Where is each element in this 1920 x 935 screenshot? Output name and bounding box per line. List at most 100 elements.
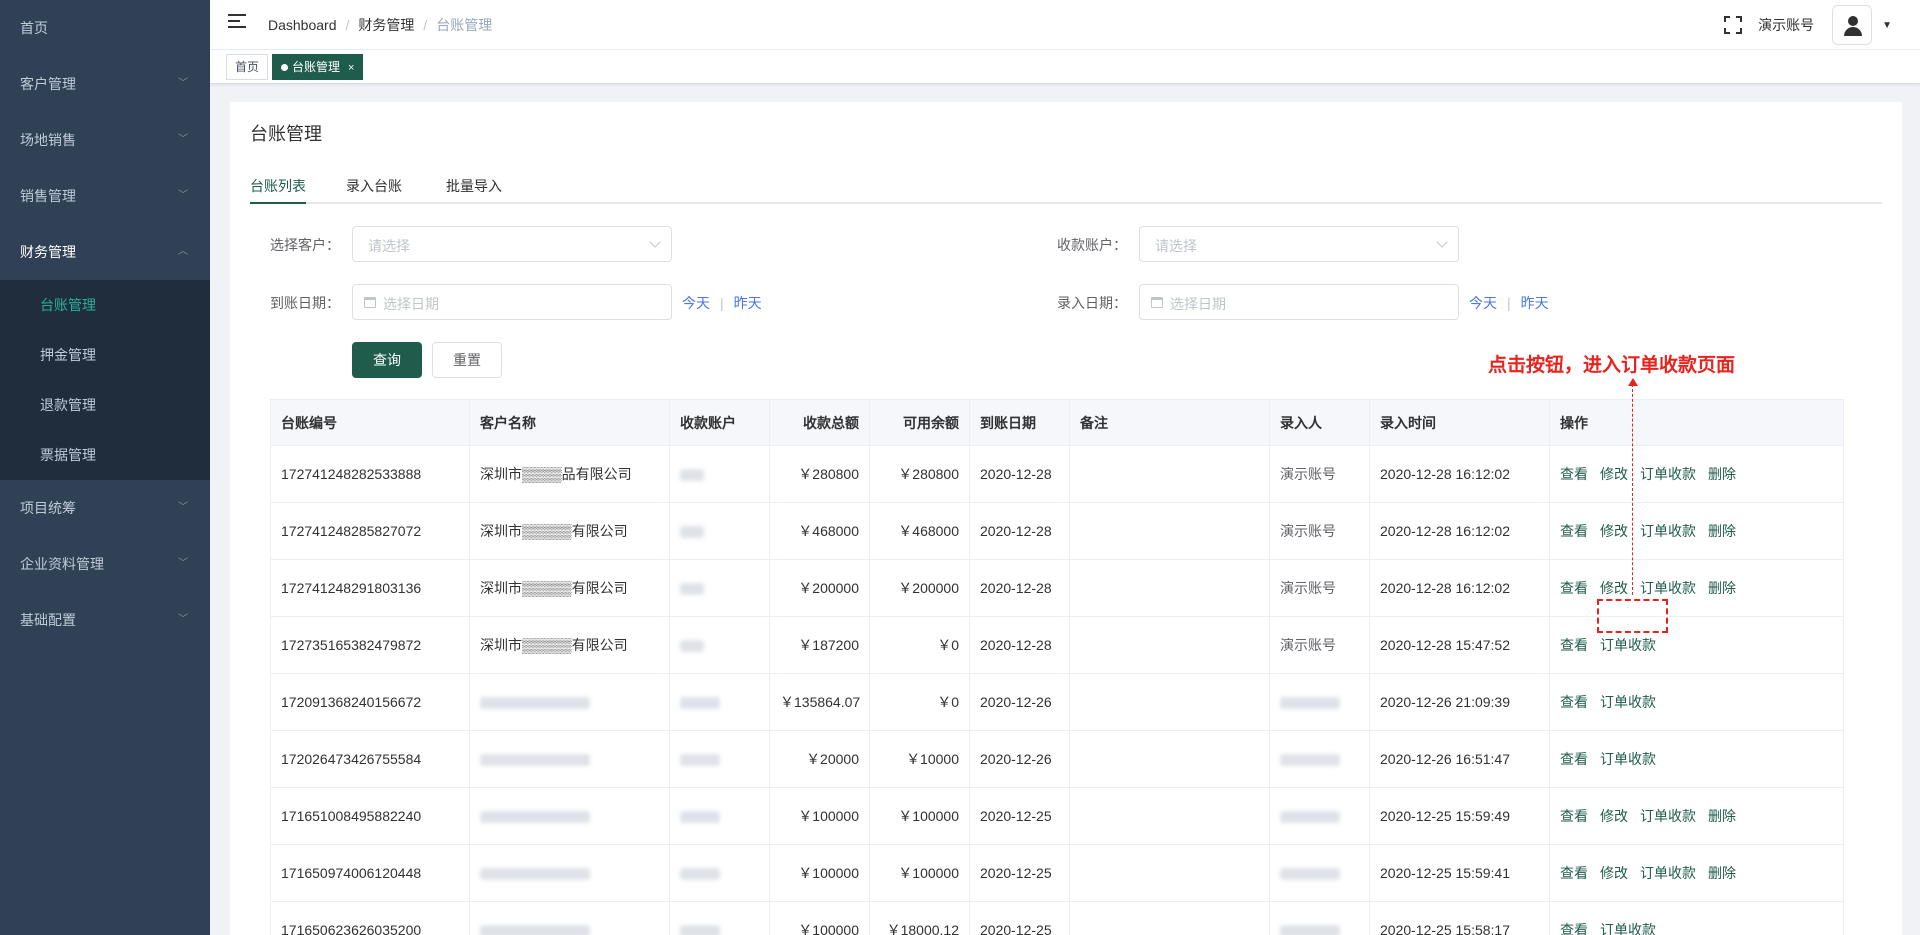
menu-item-config[interactable]: 基础配置 ﹀ (0, 592, 210, 648)
entry-yesterday-link[interactable]: 昨天 (1521, 295, 1549, 311)
menu-item-home[interactable]: 首页 (0, 0, 210, 56)
cell-actions: 查看 订单收款 (1549, 730, 1844, 788)
action-order-payment[interactable]: 订单收款 (1600, 922, 1656, 935)
chevron-down-icon (649, 236, 661, 248)
cell-id: 172741248282533888 (270, 445, 470, 503)
menu-item-venue-sales[interactable]: 场地销售 ﹀ (0, 112, 210, 168)
cell-date: 2020-12-25 (969, 901, 1070, 935)
cell-customer (469, 673, 670, 731)
sub-item-refund[interactable]: 退款管理 (0, 380, 210, 430)
caret-down-icon[interactable]: ▼ (1882, 20, 1892, 31)
table-row: 172741248285827072 深圳市▒▒▒▒▒有限公司 ￥468000 ￥46… (270, 502, 1844, 560)
reset-button[interactable]: 重置 (432, 342, 502, 378)
arrival-date-picker[interactable]: 选择日期 (352, 284, 672, 320)
tab-enter-ledger[interactable]: 录入台账 (346, 176, 402, 196)
cell-customer (469, 901, 670, 935)
cell-date: 2020-12-25 (969, 844, 1070, 902)
calendar-icon (1151, 297, 1163, 308)
action-order-payment[interactable]: 订单收款 (1600, 637, 1656, 653)
cell-remark (1069, 616, 1270, 674)
fullscreen-icon[interactable] (1724, 16, 1743, 34)
action-view[interactable]: 查看 (1560, 694, 1588, 710)
cell-total: ￥200000 (769, 559, 870, 617)
col-remark: 备注 (1069, 399, 1270, 446)
entry-date-picker[interactable]: 选择日期 (1139, 284, 1459, 320)
menu-item-sales[interactable]: 销售管理 ﹀ (0, 168, 210, 224)
breadcrumb-dashboard[interactable]: Dashboard (268, 17, 337, 33)
action-order-payment[interactable]: 订单收款 (1640, 580, 1696, 596)
menu-item-customers[interactable]: 客户管理 ﹀ (0, 56, 210, 112)
cell-entered-by: 演示账号 (1269, 445, 1370, 503)
cell-account (669, 616, 770, 674)
action-edit[interactable]: 修改 (1600, 466, 1628, 482)
breadcrumb: Dashboard / 财务管理 / 台账管理 (268, 17, 493, 33)
cell-entered-at: 2020-12-28 15:47:52 (1369, 616, 1550, 674)
action-order-payment[interactable]: 订单收款 (1600, 694, 1656, 710)
arrival-quick-dates: 今天 | 昨天 (682, 295, 762, 311)
cell-entered-at: 2020-12-25 15:59:41 (1369, 844, 1550, 902)
cell-total: ￥100000 (769, 901, 870, 935)
annotation-highlight-box (1597, 599, 1668, 633)
cell-actions: 查看 修改 订单收款 删除 (1549, 445, 1844, 503)
page-title: 台账管理 (250, 124, 322, 144)
action-order-payment[interactable]: 订单收款 (1600, 751, 1656, 767)
chevron-down-icon (1436, 236, 1448, 248)
annotation-text: 点击按钮，进入订单收款页面 (1488, 354, 1736, 376)
sub-item-ledger[interactable]: 台账管理 (0, 280, 210, 330)
tab-ledger-list[interactable]: 台账列表 (250, 176, 306, 196)
account-select[interactable]: 请选择 (1139, 226, 1459, 262)
col-entered-at: 录入时间 (1369, 399, 1550, 446)
avatar[interactable] (1832, 5, 1873, 45)
action-view[interactable]: 查看 (1560, 466, 1588, 482)
action-delete[interactable]: 删除 (1708, 808, 1736, 824)
action-view[interactable]: 查看 (1560, 637, 1588, 653)
cell-id: 171650623626035200 (270, 901, 470, 935)
action-delete[interactable]: 删除 (1708, 523, 1736, 539)
content-card: 台账管理 台账列表 录入台账 批量导入 选择客户： 请选择 收款账户： 请选择 … (230, 102, 1902, 935)
col-entered-by: 录入人 (1269, 399, 1370, 446)
arrival-yesterday-link[interactable]: 昨天 (734, 295, 762, 311)
action-view[interactable]: 查看 (1560, 580, 1588, 596)
breadcrumb-finance[interactable]: 财务管理 (358, 17, 414, 33)
sub-item-deposit[interactable]: 押金管理 (0, 330, 210, 380)
entry-today-link[interactable]: 今天 (1469, 295, 1497, 311)
action-order-payment[interactable]: 订单收款 (1640, 523, 1696, 539)
cell-date: 2020-12-25 (969, 787, 1070, 845)
cell-id: 172091368240156672 (270, 673, 470, 731)
table-row: 172026473426755584 ￥20000 ￥10000 2020-12-26… (270, 730, 1844, 788)
cell-remark (1069, 901, 1270, 935)
tag-home[interactable]: 首页 (226, 54, 269, 80)
tab-batch-import[interactable]: 批量导入 (446, 176, 502, 196)
cell-account (669, 445, 770, 503)
action-order-payment[interactable]: 订单收款 (1640, 808, 1696, 824)
action-view[interactable]: 查看 (1560, 808, 1588, 824)
cell-total: ￥20000 (769, 730, 870, 788)
tag-ledger[interactable]: 台账管理 × (272, 54, 364, 80)
query-button[interactable]: 查询 (352, 342, 422, 378)
sub-item-invoice[interactable]: 票据管理 (0, 430, 210, 480)
action-view[interactable]: 查看 (1560, 523, 1588, 539)
action-delete[interactable]: 删除 (1708, 865, 1736, 881)
menu-item-finance[interactable]: 财务管理 ︿ (0, 224, 210, 280)
close-icon[interactable]: × (348, 62, 354, 74)
hamburger-icon[interactable] (228, 14, 246, 30)
arrival-today-link[interactable]: 今天 (682, 295, 710, 311)
action-view[interactable]: 查看 (1560, 751, 1588, 767)
action-order-payment[interactable]: 订单收款 (1640, 865, 1696, 881)
cell-entered-by (1269, 844, 1370, 902)
cell-entered-by: 演示账号 (1269, 559, 1370, 617)
action-delete[interactable]: 删除 (1708, 580, 1736, 596)
action-edit[interactable]: 修改 (1600, 865, 1628, 881)
finance-submenu: 台账管理 押金管理 退款管理 票据管理 (0, 280, 210, 480)
action-delete[interactable]: 删除 (1708, 466, 1736, 482)
action-view[interactable]: 查看 (1560, 865, 1588, 881)
cell-balance: ￥280800 (869, 445, 970, 503)
action-order-payment[interactable]: 订单收款 (1640, 466, 1696, 482)
customer-select[interactable]: 请选择 (352, 226, 672, 262)
menu-item-projects[interactable]: 项目统筹 ﹀ (0, 480, 210, 536)
action-edit[interactable]: 修改 (1600, 580, 1628, 596)
action-edit[interactable]: 修改 (1600, 523, 1628, 539)
action-edit[interactable]: 修改 (1600, 808, 1628, 824)
menu-item-enterprise[interactable]: 企业资料管理 ﹀ (0, 536, 210, 592)
action-view[interactable]: 查看 (1560, 922, 1588, 935)
